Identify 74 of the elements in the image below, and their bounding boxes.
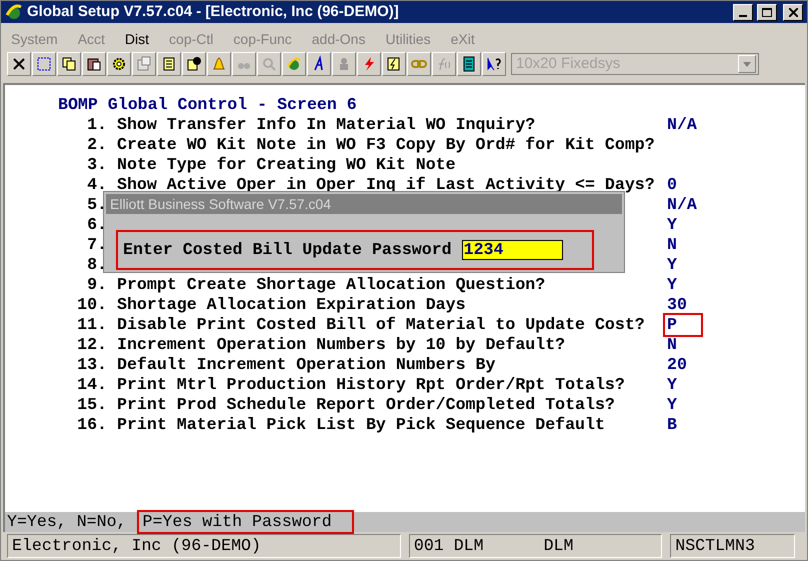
- setting-value[interactable]: P: [665, 315, 701, 335]
- close-icon[interactable]: [7, 52, 31, 76]
- globe-icon[interactable]: [282, 52, 306, 76]
- status-text: DLM: [544, 534, 574, 557]
- selection-icon[interactable]: [32, 52, 56, 76]
- setting-label: Print Material Pick List By Pick Sequence Default: [117, 415, 605, 434]
- item-number: 7.: [86, 235, 107, 255]
- hint-text: P=Yes with Password: [138, 512, 352, 532]
- setting-label: Default Increment Operation Numbers By: [117, 355, 496, 374]
- item-number: 12.: [77, 335, 107, 355]
- close-icon: [788, 8, 798, 16]
- search-icon[interactable]: [257, 52, 281, 76]
- paste-icon[interactable]: [82, 52, 106, 76]
- item-number: 11.: [77, 315, 107, 335]
- setting-value[interactable]: 0: [665, 175, 701, 195]
- status-text: 001 DLM: [414, 534, 484, 557]
- minimize-button[interactable]: [733, 4, 753, 20]
- setting-label: Increment Operation Numbers by 10 by Default?: [117, 335, 566, 354]
- bell-icon[interactable]: [207, 52, 231, 76]
- dialog-title: Elliott Business Software V7.57.c04: [106, 194, 622, 214]
- globe-icon: [5, 3, 23, 21]
- maximize-button[interactable]: [757, 4, 777, 20]
- setting-value[interactable]: N/A: [665, 195, 701, 215]
- setting-value[interactable]: N: [665, 335, 701, 355]
- script-letter-icon[interactable]: [307, 52, 331, 76]
- setting-value[interactable]: Y: [665, 395, 701, 415]
- item-number: 15.: [77, 395, 107, 415]
- password-prompt: Enter Costed Bill Update Password: [123, 240, 452, 260]
- setting-value[interactable]: 30: [665, 295, 701, 315]
- hint-text: Y=Yes, N=No,: [7, 512, 126, 532]
- status-text: NSCTLMN3: [675, 534, 755, 557]
- setting-value[interactable]: 20: [665, 355, 701, 375]
- setting-label: Disable Print Costed Bill of Material to Update Cost?: [117, 315, 645, 334]
- lightning-icon[interactable]: [357, 52, 381, 76]
- screen-title: BOMP Global Control - Screen 6: [58, 95, 357, 115]
- item-number: 4.: [86, 175, 107, 195]
- setting-value[interactable]: Y: [665, 215, 701, 235]
- item-number: 13.: [77, 355, 107, 375]
- item-number: 2.: [86, 135, 107, 155]
- setting-value[interactable]: N: [665, 235, 701, 255]
- setting-label: Print Mtrl Production History Rpt Order/Rpt Totals?: [117, 375, 625, 394]
- setting-label: Note Type for Creating WO Kit Note: [117, 155, 456, 174]
- setting-value[interactable]: N/A: [665, 115, 701, 135]
- password-field[interactable]: 1234: [462, 240, 563, 260]
- note-icon[interactable]: [157, 52, 181, 76]
- item-number: 10.: [77, 295, 107, 315]
- item-number: 1.: [86, 115, 107, 135]
- item-number: 3.: [86, 155, 107, 175]
- setting-label: Shortage Allocation Expiration Days: [117, 295, 466, 314]
- setting-label: Show Transfer Info In Material WO Inquiry?: [117, 115, 536, 134]
- menu-item[interactable]: Dist: [124, 28, 150, 50]
- item-number: 14.: [77, 375, 107, 395]
- window-title: Global Setup V7.57.c04 - [Electronic, Inc (96-DEMO)]: [27, 2, 400, 22]
- item-number: 5.: [86, 195, 107, 215]
- caret-icon: [743, 62, 751, 66]
- item-number: 8.: [86, 255, 107, 275]
- status-text: Electronic, Inc (96-DEMO): [12, 534, 261, 557]
- copy-icon[interactable]: [57, 52, 81, 76]
- setting-label: Create WO Kit Note in WO F3 Copy By Ord# for Kit Comp?: [117, 135, 655, 154]
- close-button[interactable]: [783, 4, 803, 20]
- item-number: 16.: [77, 415, 107, 435]
- chain-link-icon[interactable]: [407, 52, 431, 76]
- gear-icon[interactable]: [107, 52, 131, 76]
- setting-label: Show Active Oper in Oper Inq if Last Activity <= Days?: [117, 175, 655, 194]
- function-icon[interactable]: [432, 52, 456, 76]
- setting-value[interactable]: Y: [665, 375, 701, 395]
- item-number: 6.: [86, 215, 107, 235]
- setting-value[interactable]: Y: [665, 255, 701, 275]
- setting-value[interactable]: Y: [665, 275, 701, 295]
- setting-label: Print Prod Schedule Report Order/Completed Totals?: [117, 395, 615, 414]
- help-pointer-icon[interactable]: [482, 52, 506, 76]
- item-number: 9.: [86, 275, 107, 295]
- setting-value[interactable]: B: [665, 415, 701, 435]
- setting-label: Prompt Create Shortage Allocation Question?: [117, 275, 546, 294]
